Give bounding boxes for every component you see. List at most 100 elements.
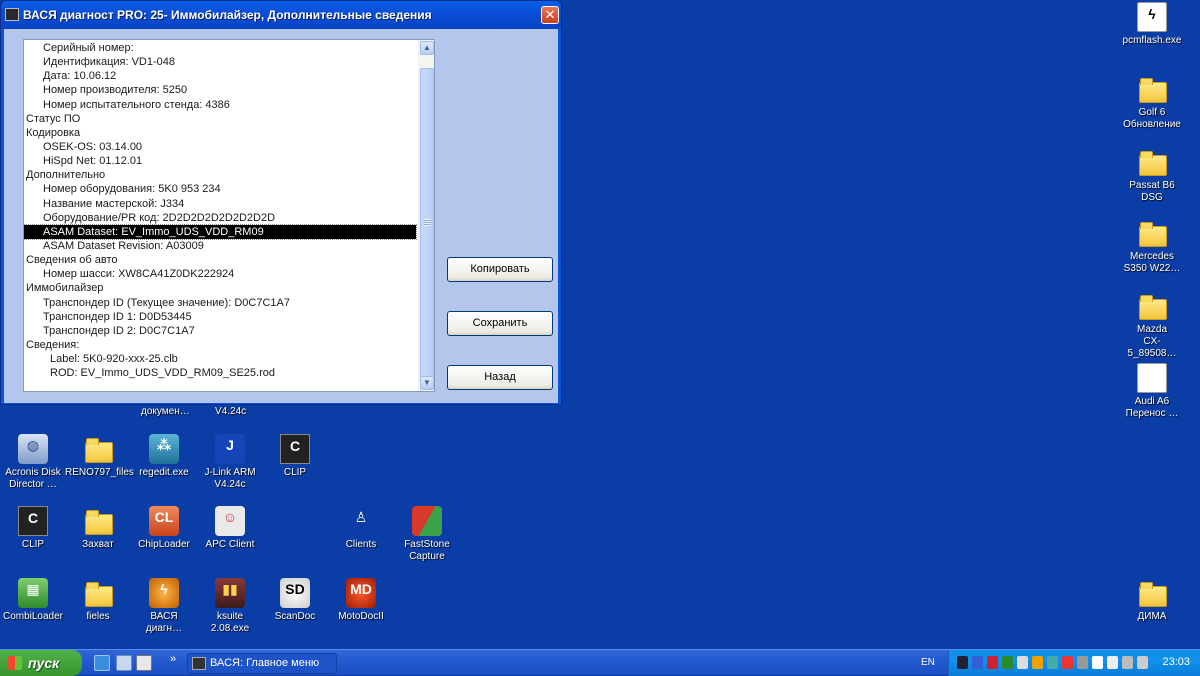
desktop-shortcut[interactable]: Mazda CX-5_89508… <box>1119 291 1185 360</box>
scroll-thumb[interactable] <box>420 68 434 378</box>
tray-app-icon[interactable] <box>957 656 968 669</box>
title-bar[interactable]: ВАСЯ диагност PRO: 25- Иммобилайзер, Доп… <box>1 1 561 29</box>
ie-icon[interactable] <box>94 655 110 671</box>
taskbar: пуск » ВАСЯ: Главное меню EN 23:03 <box>0 649 1200 676</box>
list-item[interactable]: Сведения: <box>24 338 416 352</box>
list-item[interactable]: Дополнительно <box>24 168 416 182</box>
desktop-shortcut[interactable]: fieles <box>65 578 131 623</box>
desktop-shortcut[interactable]: C CLIP <box>262 434 328 479</box>
desktop-shortcut-label: Захват <box>82 539 114 550</box>
list-item[interactable]: Сведения об авто <box>24 253 416 267</box>
dialog-window: ВАСЯ диагност PRO: 25- Иммобилайзер, Доп… <box>0 0 562 405</box>
list-item[interactable]: Номер оборудования: 5K0 953 234 <box>24 182 416 196</box>
desktop-shortcut[interactable]: ▮▮ ksuite 2.08.exe <box>197 578 263 635</box>
desktop-shortcut[interactable]: ДИМА <box>1119 578 1185 623</box>
desktop-shortcut-label: CombiLoader <box>2 611 64 622</box>
list-item[interactable]: Кодировка <box>24 126 416 140</box>
desktop-shortcut-label: J-Link ARM V4.24c <box>204 467 256 490</box>
quick-launch-app-icon[interactable] <box>136 655 152 671</box>
clip-icon: C <box>18 506 48 536</box>
desktop-shortcut-label: CLIP <box>21 539 45 550</box>
desktop-shortcut-label: ВАСЯ диагн… <box>145 611 183 634</box>
language-indicator[interactable]: EN <box>921 657 935 668</box>
tray-network-icon[interactable] <box>972 656 983 669</box>
save-button[interactable]: Сохранить <box>447 311 553 336</box>
desktop-shortcut-label: ScanDoc <box>274 611 316 622</box>
tray-usb-icon[interactable] <box>1047 656 1058 669</box>
close-button[interactable]: ✕ <box>541 6 559 24</box>
desktop-shortcut-label: Clients <box>345 539 377 550</box>
tray-volume-icon[interactable] <box>1122 656 1133 669</box>
scroll-down-icon[interactable]: ▼ <box>420 376 434 390</box>
quick-launch-overflow-icon[interactable]: » <box>170 653 176 665</box>
list-item[interactable]: ROD: EV_Immo_UDS_VDD_RM09_SE25.rod <box>24 366 416 380</box>
desktop-shortcut-label: Mercedes S350 W22… <box>1123 251 1181 274</box>
list-item[interactable]: Транспондер ID (Текущее значение): D0C7C… <box>24 296 416 310</box>
tray-monitor-icon[interactable] <box>1107 656 1118 669</box>
clock[interactable]: 23:03 <box>1162 656 1190 668</box>
list-item[interactable]: Дата: 10.06.12 <box>24 69 416 83</box>
taskbar-item-vasya-main-menu[interactable]: ВАСЯ: Главное меню <box>187 653 337 674</box>
desktop-shortcut[interactable]: C CLIP <box>0 506 66 551</box>
vertical-scrollbar[interactable]: ▲ ▼ <box>418 40 434 391</box>
desktop-shortcut[interactable]: ϟ ВАСЯ диагн… <box>131 578 197 635</box>
dialog-client-area: Серийный номер: Идентификация: VD1-048 Дат… <box>4 29 558 403</box>
list-item[interactable]: Статус ПО <box>24 112 416 126</box>
folder-icon <box>1137 291 1167 321</box>
desktop-shortcut[interactable]: Mercedes S350 W22… <box>1119 218 1185 275</box>
desktop-shortcut[interactable]: Audi A6 Перенос … <box>1119 363 1185 420</box>
tray-antivirus-icon[interactable] <box>1062 656 1073 669</box>
desktop-shortcut[interactable]: ◍ Acronis Disk Director … <box>0 434 66 491</box>
desktop-shortcut[interactable]: ▦ CombiLoader <box>0 578 66 623</box>
desktop-shortcut-label: pcmflash.exe <box>1122 35 1182 46</box>
desktop-shortcut[interactable]: RENO797_files <box>65 434 134 479</box>
desktop-shortcut[interactable]: Passat B6 DSG <box>1119 147 1185 204</box>
list-item[interactable]: Название мастерской: J334 <box>24 197 416 211</box>
desktop-shortcut[interactable]: Golf 6 Обновление <box>1119 74 1185 131</box>
scroll-up-icon[interactable]: ▲ <box>420 41 434 55</box>
list-item[interactable]: Оборудование/PR код: 2D2D2D2D2D2D2D2D <box>24 211 416 225</box>
list-item-selected[interactable]: ASAM Dataset: EV_Immo_UDS_VDD_RM09 <box>24 223 417 240</box>
list-item[interactable]: ASAM Dataset Revision: A03009 <box>24 239 416 253</box>
partial-icon-label-jlink[interactable]: V4.24c <box>215 406 246 417</box>
show-desktop-icon[interactable] <box>116 655 132 671</box>
list-item[interactable]: Номер испытательного стенда: 4386 <box>24 98 416 112</box>
info-listbox[interactable]: Серийный номер: Идентификация: VD1-048 Дат… <box>23 39 435 392</box>
desktop-shortcut[interactable]: CL ChipLoader <box>131 506 197 551</box>
list-item[interactable]: HiSpd Net: 01.12.01 <box>24 154 416 168</box>
list-item[interactable]: Транспондер ID 2: D0C7C1A7 <box>24 324 416 338</box>
tray-safely-remove-icon[interactable] <box>1077 656 1088 669</box>
desktop-shortcut-label: MotoDocII <box>338 611 384 622</box>
tray-clipboard-icon[interactable] <box>1092 656 1103 669</box>
desktop-shortcut[interactable]: ☺ APC Client <box>197 506 263 551</box>
desktop-shortcut[interactable]: ⁂ regedit.exe <box>131 434 197 479</box>
list-item[interactable]: Label: 5K0-920-xxx-25.clb <box>24 352 416 366</box>
system-tray: 23:03 <box>948 650 1200 676</box>
desktop-shortcut-label: CLIP <box>283 467 307 478</box>
desktop-shortcut[interactable]: J J-Link ARM V4.24c <box>197 434 263 491</box>
list-item[interactable]: Иммобилайзер <box>24 281 416 295</box>
tray-speaker-icon[interactable] <box>1137 656 1148 669</box>
desktop-shortcut[interactable]: MD MotoDocII <box>328 578 394 623</box>
list-item[interactable]: Транспондер ID 1: D0D53445 <box>24 310 416 324</box>
partial-icon-label-docs[interactable]: докумен… <box>141 406 190 417</box>
desktop-shortcut[interactable]: FastStone Capture <box>394 506 460 563</box>
desktop-shortcut[interactable]: Захват <box>65 506 131 551</box>
list-item[interactable]: OSEK-OS: 03.14.00 <box>24 140 416 154</box>
list-item[interactable]: Серийный номер: <box>24 41 416 55</box>
tray-update-icon[interactable] <box>1002 656 1013 669</box>
back-button[interactable]: Назад <box>447 365 553 390</box>
desktop-shortcut[interactable]: ϟ pcmflash.exe <box>1119 2 1185 47</box>
list-item[interactable]: Номер шасси: XW8CA41Z0DK222924 <box>24 267 416 281</box>
chiploader-icon: CL <box>149 506 179 536</box>
window-title: ВАСЯ диагност PRO: 25- Иммобилайзер, Доп… <box>23 8 432 22</box>
copy-button[interactable]: Копировать <box>447 257 553 282</box>
desktop-shortcut[interactable]: SD ScanDoc <box>262 578 328 623</box>
desktop-shortcut[interactable]: ♙ Clients <box>328 506 394 551</box>
tray-security-icon[interactable] <box>987 656 998 669</box>
tray-device-icon[interactable] <box>1017 656 1028 669</box>
list-item[interactable]: Номер производителя: 5250 <box>24 83 416 97</box>
start-button[interactable]: пуск <box>0 650 82 676</box>
list-item[interactable]: Идентификация: VD1-048 <box>24 55 416 69</box>
tray-flash-icon[interactable] <box>1032 656 1043 669</box>
